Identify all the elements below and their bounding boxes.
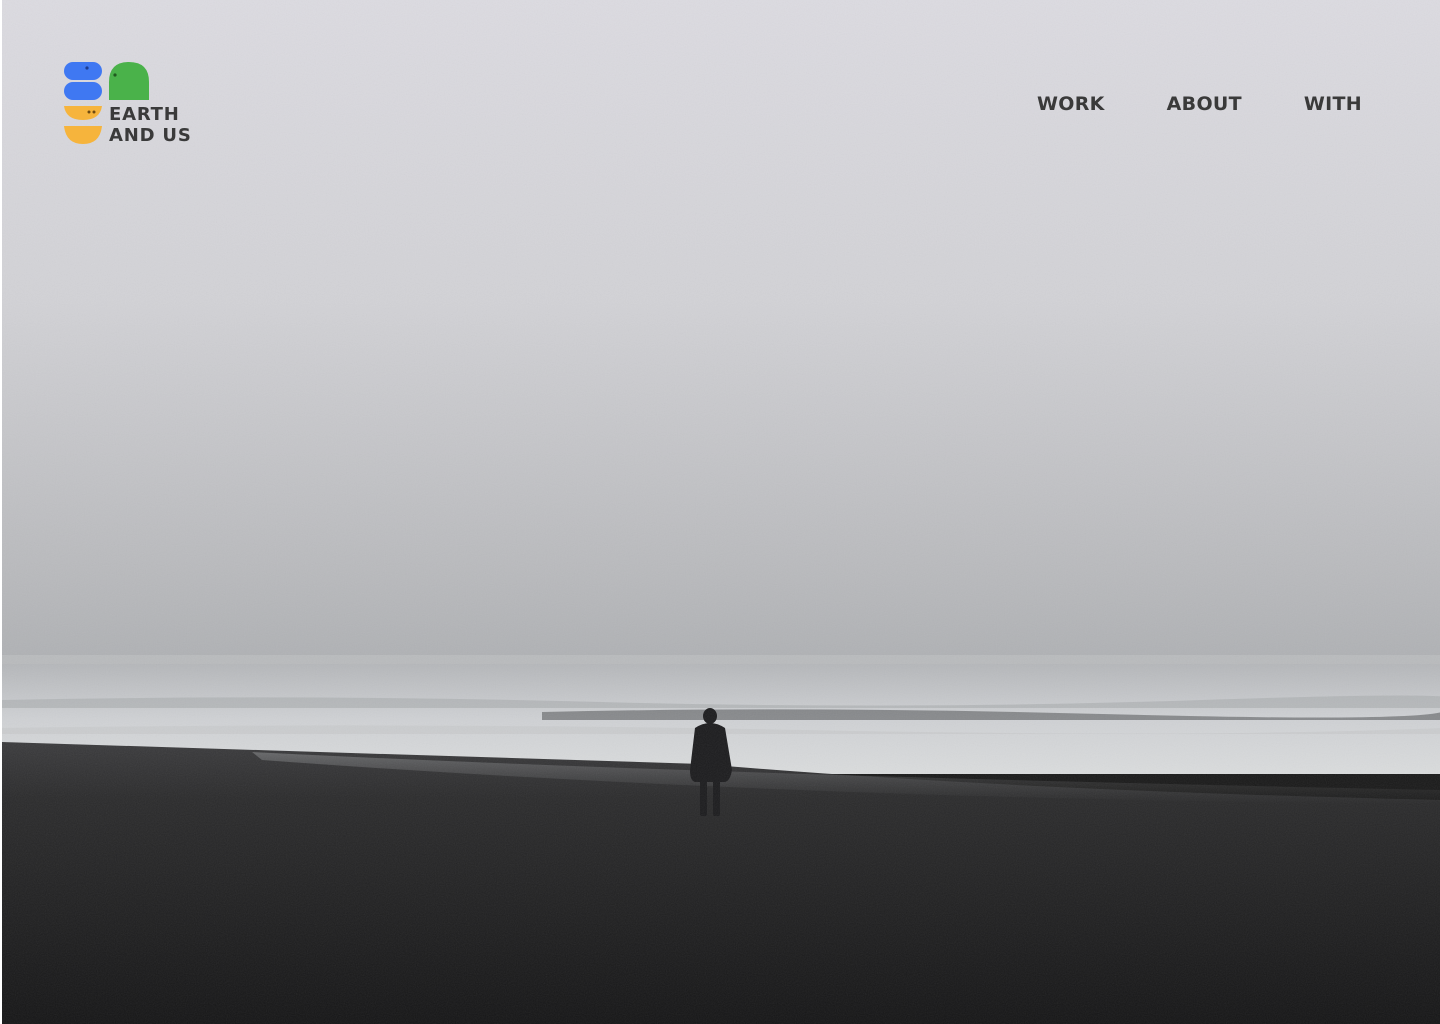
nav-link-work[interactable]: WORK <box>1037 93 1105 115</box>
hero-image <box>2 0 1440 1024</box>
nav-link-about[interactable]: ABOUT <box>1167 93 1242 115</box>
logo-blue-shape <box>64 62 102 80</box>
brand-line-1: EARTH <box>109 104 180 125</box>
brand-wordmark: EARTH AND US <box>109 104 192 146</box>
hero-section: EARTH AND US WORK ABOUT WITH <box>0 0 1440 1024</box>
brand-logo[interactable]: EARTH AND US <box>62 60 192 150</box>
nav-link-with[interactable]: WITH <box>1304 93 1362 115</box>
main-navigation: WORK ABOUT WITH <box>1037 93 1362 115</box>
brand-line-2: AND US <box>109 125 192 146</box>
logo-green-shape <box>109 62 149 100</box>
logo-yellow-shape <box>64 106 102 120</box>
